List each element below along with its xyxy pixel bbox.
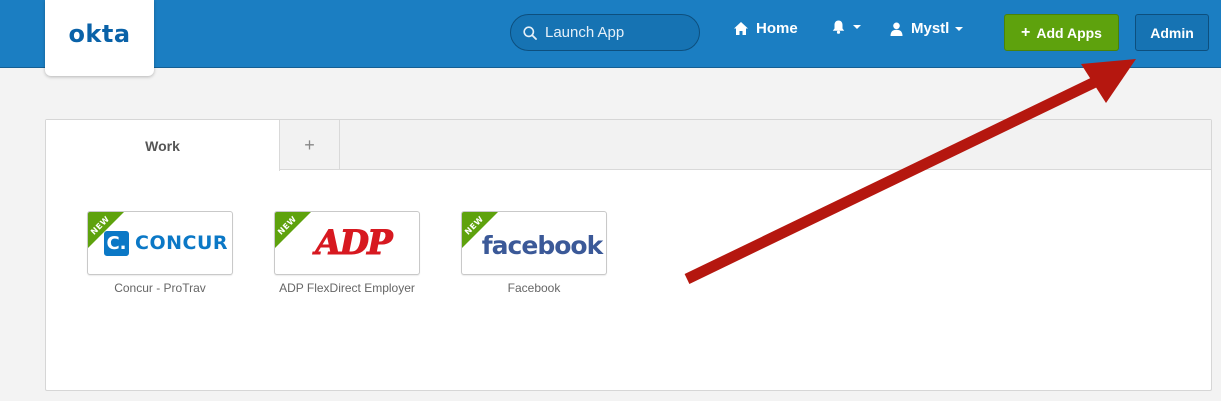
add-tab-button[interactable]: + (280, 120, 340, 170)
bell-icon (832, 20, 845, 34)
plus-icon: + (1021, 23, 1031, 41)
launch-app-search[interactable] (510, 14, 700, 51)
notifications-menu[interactable] (832, 20, 861, 34)
app-name: ADP FlexDirect Employer (279, 281, 415, 295)
app-facebook[interactable]: NEW facebook Facebook (454, 211, 614, 295)
nav-home-label: Home (756, 20, 798, 37)
add-apps-button[interactable]: + Add Apps (1004, 14, 1119, 51)
adp-logo: ADP (315, 223, 393, 264)
add-apps-label: Add Apps (1036, 24, 1102, 41)
app-name: Concur - ProTrav (114, 281, 206, 295)
tab-work-label: Work (145, 137, 180, 154)
admin-label: Admin (1150, 24, 1194, 41)
app-name: Facebook (507, 281, 561, 295)
dashboard-panel: Work + NEW C. CONCUR Concur - ProTrav NE… (45, 119, 1212, 391)
app-tile[interactable]: NEW facebook (461, 211, 607, 275)
chevron-down-icon (955, 26, 964, 31)
user-name: Mystl (911, 20, 950, 37)
app-tile[interactable]: NEW ADP (274, 211, 420, 275)
tab-work[interactable]: Work (46, 120, 280, 171)
okta-logo[interactable]: okta (45, 0, 154, 76)
nav-home[interactable]: Home (734, 20, 798, 37)
facebook-logo: facebook (481, 230, 603, 260)
plus-icon: + (304, 134, 315, 155)
search-icon (523, 25, 537, 40)
top-nav-bar: okta Home Mystl + Add Apps Admin (0, 0, 1221, 76)
app-adp[interactable]: NEW ADP ADP FlexDirect Employer (267, 211, 427, 295)
tab-bar: Work + (46, 120, 1211, 171)
concur-logo-text: CONCUR (135, 232, 228, 254)
home-icon (734, 22, 748, 35)
user-icon (890, 22, 903, 36)
user-menu[interactable]: Mystl (890, 20, 964, 37)
app-concur[interactable]: NEW C. CONCUR Concur - ProTrav (80, 211, 240, 295)
search-input[interactable] (545, 24, 685, 41)
chevron-down-icon (853, 25, 861, 29)
admin-button[interactable]: Admin (1135, 14, 1209, 51)
app-tile[interactable]: NEW C. CONCUR (87, 211, 233, 275)
logo-text: okta (68, 20, 131, 48)
